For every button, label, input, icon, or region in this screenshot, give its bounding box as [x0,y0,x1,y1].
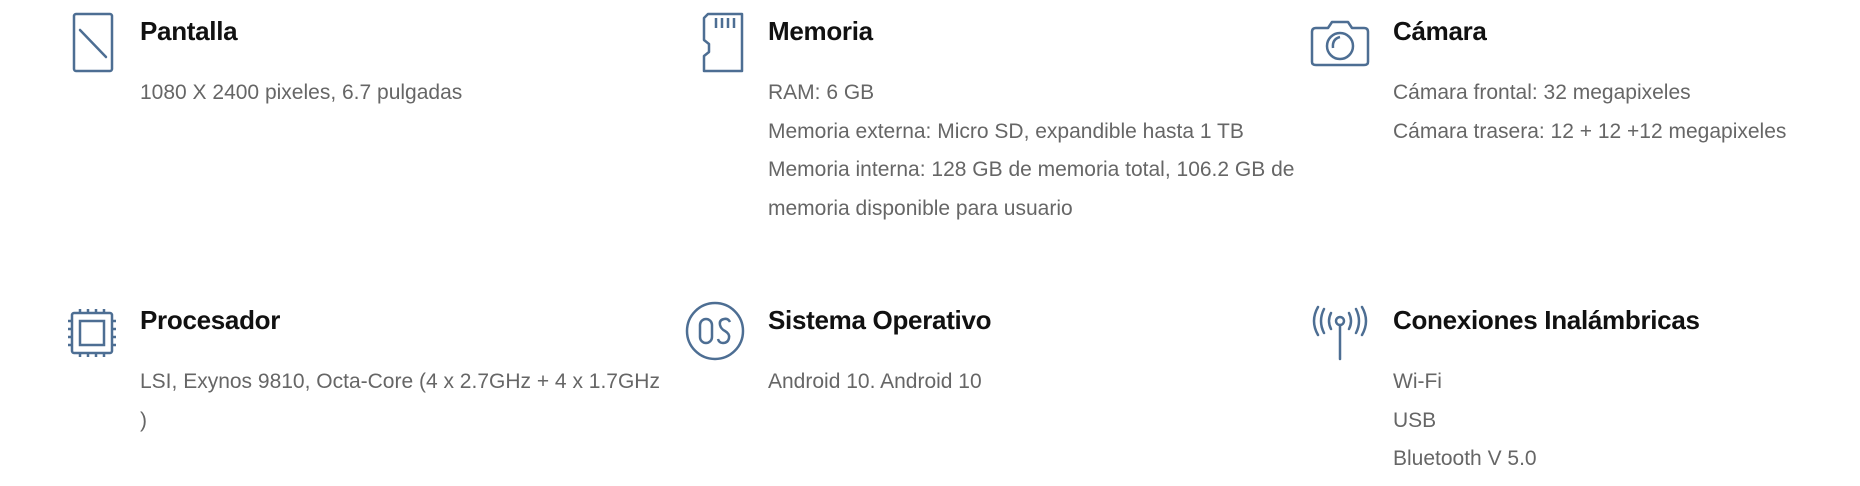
memory-card-icon [692,12,748,78]
spec-sistema-operativo: Sistema Operativo Android 10. Android 10 [685,301,1288,402]
spec-value: Cámara trasera: 12 + 12 +12 megapixeles [1393,119,1787,143]
spec-value: Cámara frontal: 32 megapixeles [1393,81,1691,104]
spec-value: RAM: 6 GB [768,81,875,104]
os-icon [684,301,746,367]
spec-value: LSI, Exynos 9810, Octa-Core (4 x 2.7GHz … [140,370,660,432]
screen-icon [64,12,120,78]
spec-title: Procesador [140,305,281,335]
camera-icon [1309,14,1371,78]
spec-title: Sistema Operativo [768,305,992,335]
spec-title: Pantalla [140,16,238,46]
spec-value: 1080 X 2400 pixeles, 6.7 pulgadas [140,81,463,104]
spec-pantalla: Pantalla 1080 X 2400 pixeles, 6.7 pulgad… [72,12,660,113]
spec-camara: Cámara Cámara frontal: 32 megapixeles Cá… [1310,14,1853,151]
spec-title: Conexiones Inalámbricas [1393,305,1700,335]
processor-icon [64,305,120,369]
spec-title: Memoria [768,16,873,46]
spec-procesador: Procesador LSI, Exynos 9810, Octa-Core (… [68,303,670,440]
spec-value: Bluetooth V 5.0 [1393,447,1537,470]
spec-conexiones-inalambricas: Conexiones Inalámbricas Wi-Fi USB Blueto… [1312,303,1860,479]
spec-memoria: Memoria RAM: 6 GB Memoria externa: Micro… [702,12,1303,228]
spec-value: Android 10. Android 10 [768,370,982,393]
antenna-icon [1309,305,1371,369]
spec-value: Memoria externa: Micro SD, expandible ha… [768,119,1244,143]
spec-title: Cámara [1393,16,1487,46]
spec-value: Wi-Fi [1393,370,1442,393]
spec-value: Memoria interna: 128 GB de memoria total… [768,158,1295,220]
spec-value: USB [1393,408,1437,432]
